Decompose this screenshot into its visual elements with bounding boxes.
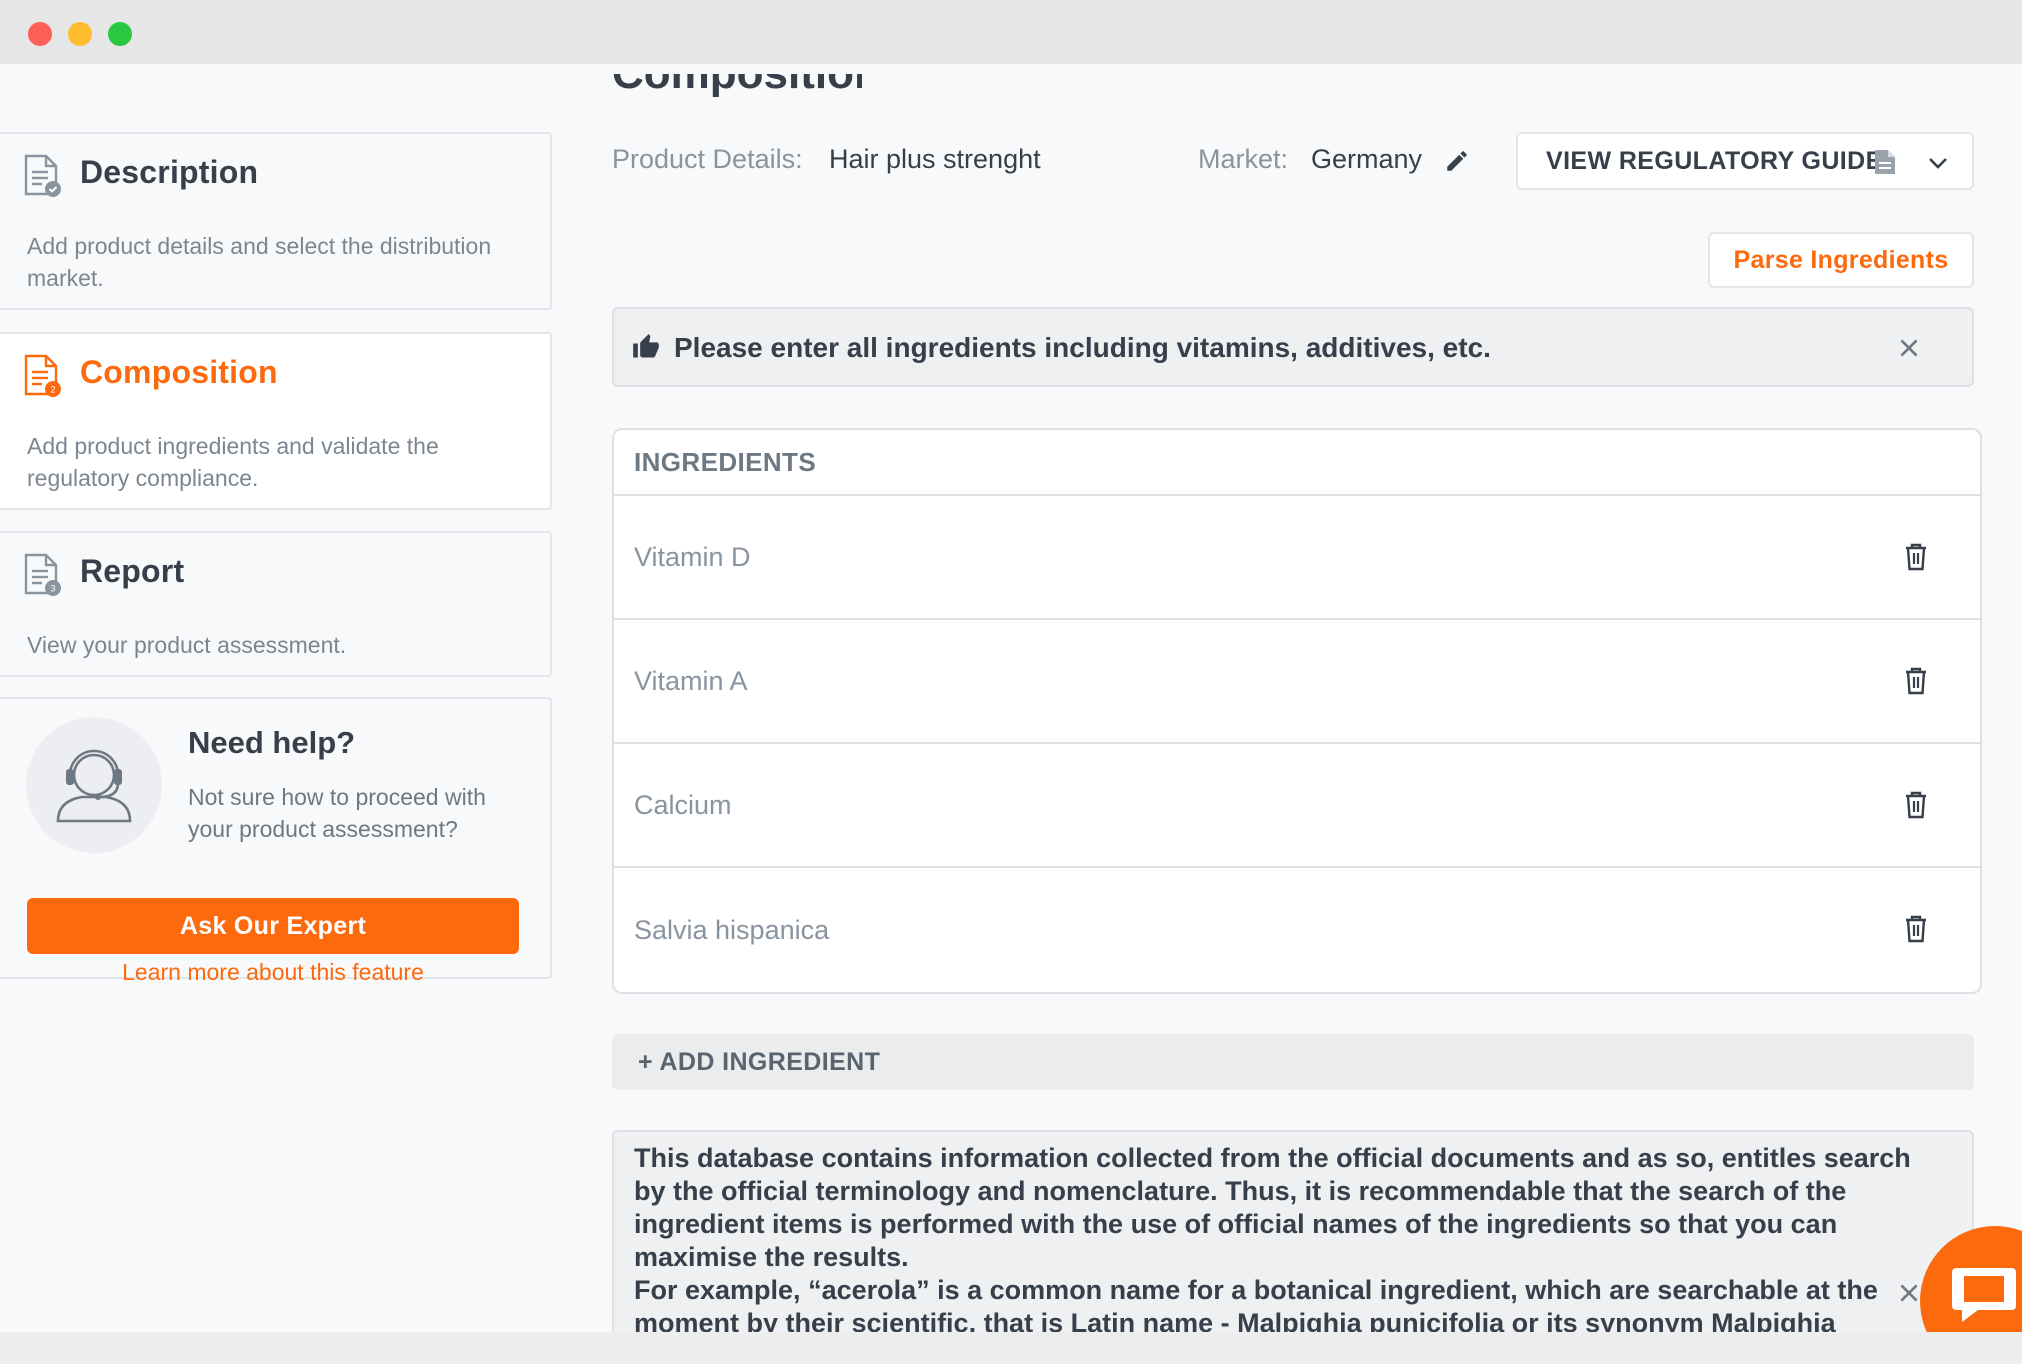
step-description-text: Add product ingredients and validate the…	[27, 433, 439, 491]
info-notice: This database contains information colle…	[612, 1130, 1974, 1332]
close-icon[interactable]	[1896, 335, 1922, 361]
step-badge: 2	[50, 385, 55, 395]
trash-icon[interactable]	[1904, 543, 1928, 571]
hint-banner: Please enter all ingredients including v…	[612, 307, 1974, 387]
trash-icon[interactable]	[1904, 791, 1928, 819]
info-paragraph: This database contains information colle…	[634, 1143, 1911, 1272]
regulatory-guide-label: VIEW REGULATORY GUIDE	[1546, 146, 1883, 175]
window-bottom-bar	[0, 1332, 2022, 1364]
ingredient-name[interactable]: Vitamin D	[634, 542, 751, 573]
hint-text: Please enter all ingredients including v…	[674, 332, 1491, 363]
help-title: Need help?	[188, 725, 356, 760]
app-content: Composition Description Add product deta…	[0, 64, 2022, 1332]
document-icon: 3	[24, 553, 61, 596]
step-description[interactable]: Description Add product details and sele…	[0, 132, 552, 310]
step-title: Report	[80, 553, 185, 589]
step-title: Description	[80, 154, 259, 190]
step-description-text: View your product assessment.	[27, 632, 347, 658]
ask-our-expert-button[interactable]: Ask Our Expert	[27, 898, 519, 954]
learn-more-link[interactable]: Learn more about this feature	[27, 959, 519, 986]
chat-icon	[1952, 1268, 2016, 1322]
ingredient-name[interactable]: Salvia hispanica	[634, 915, 829, 946]
ingredient-row: Vitamin D	[614, 496, 1980, 620]
view-regulatory-guide-button[interactable]: VIEW REGULATORY GUIDE	[1516, 132, 1974, 190]
help-card: Need help? Not sure how to proceed with …	[0, 697, 552, 985]
ingredient-row: Calcium	[614, 744, 1980, 868]
chevron-down-icon	[1929, 158, 1947, 169]
minimize-window-button[interactable]	[68, 22, 92, 46]
close-icon[interactable]	[1896, 1280, 1922, 1306]
info-example: For example, “acerola” is a common name …	[634, 1275, 1878, 1332]
page-title: Composition	[612, 74, 862, 102]
thumbs-up-icon	[633, 334, 659, 358]
step-composition[interactable]: 2 Composition Add product ingredients an…	[0, 332, 552, 510]
support-agent-avatar	[26, 717, 162, 853]
maximize-window-button[interactable]	[108, 22, 132, 46]
edit-pencil-icon[interactable]	[1444, 148, 1470, 174]
product-details-label: Product Details:	[612, 144, 803, 174]
parse-ingredients-button[interactable]: Parse Ingredients	[1708, 232, 1974, 288]
step-title: Composition	[80, 354, 278, 390]
add-ingredient-button[interactable]: + ADD INGREDIENT	[612, 1034, 1974, 1090]
document-icon: 2	[24, 354, 61, 397]
trash-icon[interactable]	[1904, 915, 1928, 943]
file-icon	[1875, 150, 1895, 174]
ingredient-row: Salvia hispanica	[614, 868, 1980, 992]
document-check-icon	[24, 154, 61, 197]
close-window-button[interactable]	[28, 22, 52, 46]
ingredient-row: Vitamin A	[614, 620, 1980, 744]
window-titlebar	[0, 0, 2022, 64]
headset-agent-icon	[56, 749, 132, 823]
step-badge: 3	[50, 584, 55, 594]
ingredient-name[interactable]: Vitamin A	[634, 666, 748, 697]
ingredient-name[interactable]: Calcium	[634, 790, 732, 821]
step-report[interactable]: 3 Report View your product assessment.	[0, 531, 552, 677]
info-text: This database contains information colle…	[634, 1142, 1914, 1332]
product-details-value: Hair plus strenght	[829, 144, 1041, 174]
ingredients-header: INGREDIENTS	[614, 430, 1980, 496]
market-label: Market:	[1198, 144, 1289, 174]
step-description-text: Add product details and select the distr…	[27, 233, 492, 291]
help-description: Not sure how to proceed with your produc…	[188, 784, 486, 842]
market-value: Germany	[1311, 144, 1423, 174]
trash-icon[interactable]	[1904, 667, 1928, 695]
ingredients-table: INGREDIENTS Vitamin D Vitamin A Calcium	[612, 428, 1982, 994]
